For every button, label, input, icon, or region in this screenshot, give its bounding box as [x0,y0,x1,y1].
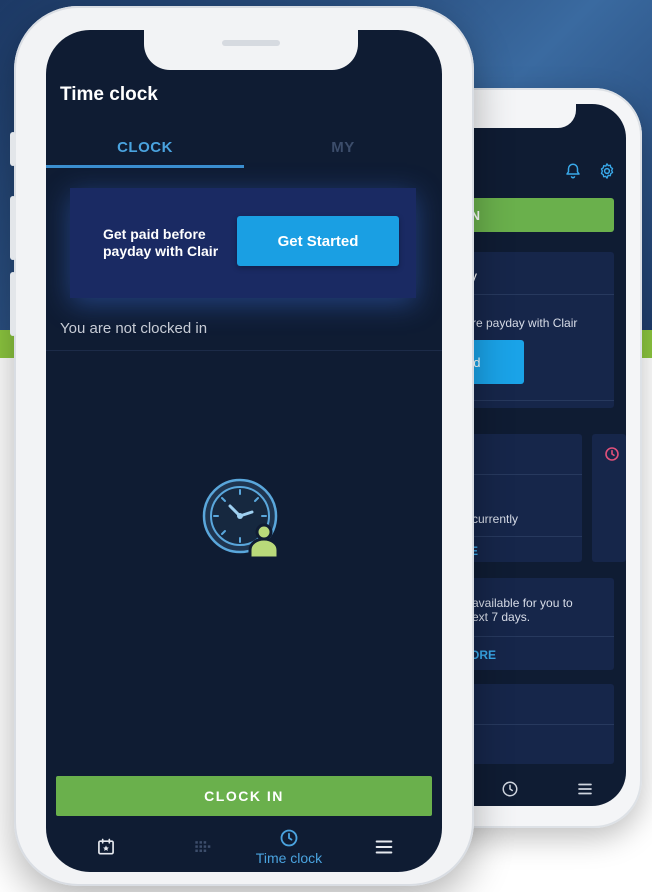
gear-icon[interactable] [598,162,616,180]
back-shifts-line2: ext 7 days. [472,610,531,624]
back-shifts-line1: available for you to [472,596,573,610]
back-promo-text: re payday with Clair [472,316,578,330]
clock-in-button[interactable]: CLOCK IN [56,776,432,816]
active-tab-indicator [46,165,244,168]
nav-label-time-clock: Time clock [255,850,323,866]
clock-user-icon [202,478,280,560]
calendar-star-icon [98,838,114,855]
nav-item-time-clock[interactable]: Time clock [244,822,334,872]
nav-item-menu[interactable] [364,822,404,872]
side-button [10,132,16,166]
get-started-button[interactable]: Get Started [237,216,399,266]
back-info-text: currently [472,512,519,526]
schedule-grid-icon [195,841,211,852]
nav-item-grid[interactable] [182,822,222,872]
clock-status-text: You are not clocked in [60,320,208,337]
speaker [222,40,280,46]
side-button [10,272,16,336]
page-title: Time clock [60,84,158,105]
tab-clock[interactable]: CLOCK [46,126,244,168]
tab-my[interactable]: MY [244,126,442,168]
promo-text: Get paid before payday with Clair [103,226,219,259]
clock-icon[interactable] [501,780,519,798]
bottom-nav: Time clock [46,822,442,872]
front-phone-screen: Time clock CLOCK MY Get paid before payd… [46,30,442,872]
clock-icon [280,829,298,847]
menu-icon [375,840,393,854]
status-divider [46,350,442,351]
menu-icon[interactable] [576,780,594,798]
front-phone-notch [144,30,358,70]
promo-banner: Get paid before payday with Clair Get St… [70,188,416,298]
alarm-clock-icon [605,447,619,461]
tab-bar: CLOCK MY [46,126,442,168]
side-button [10,196,16,260]
bell-icon[interactable] [564,162,582,180]
nav-item-schedule[interactable] [86,822,126,872]
front-phone: Time clock CLOCK MY Get paid before payd… [10,6,474,886]
back-phone-notch [456,104,576,128]
